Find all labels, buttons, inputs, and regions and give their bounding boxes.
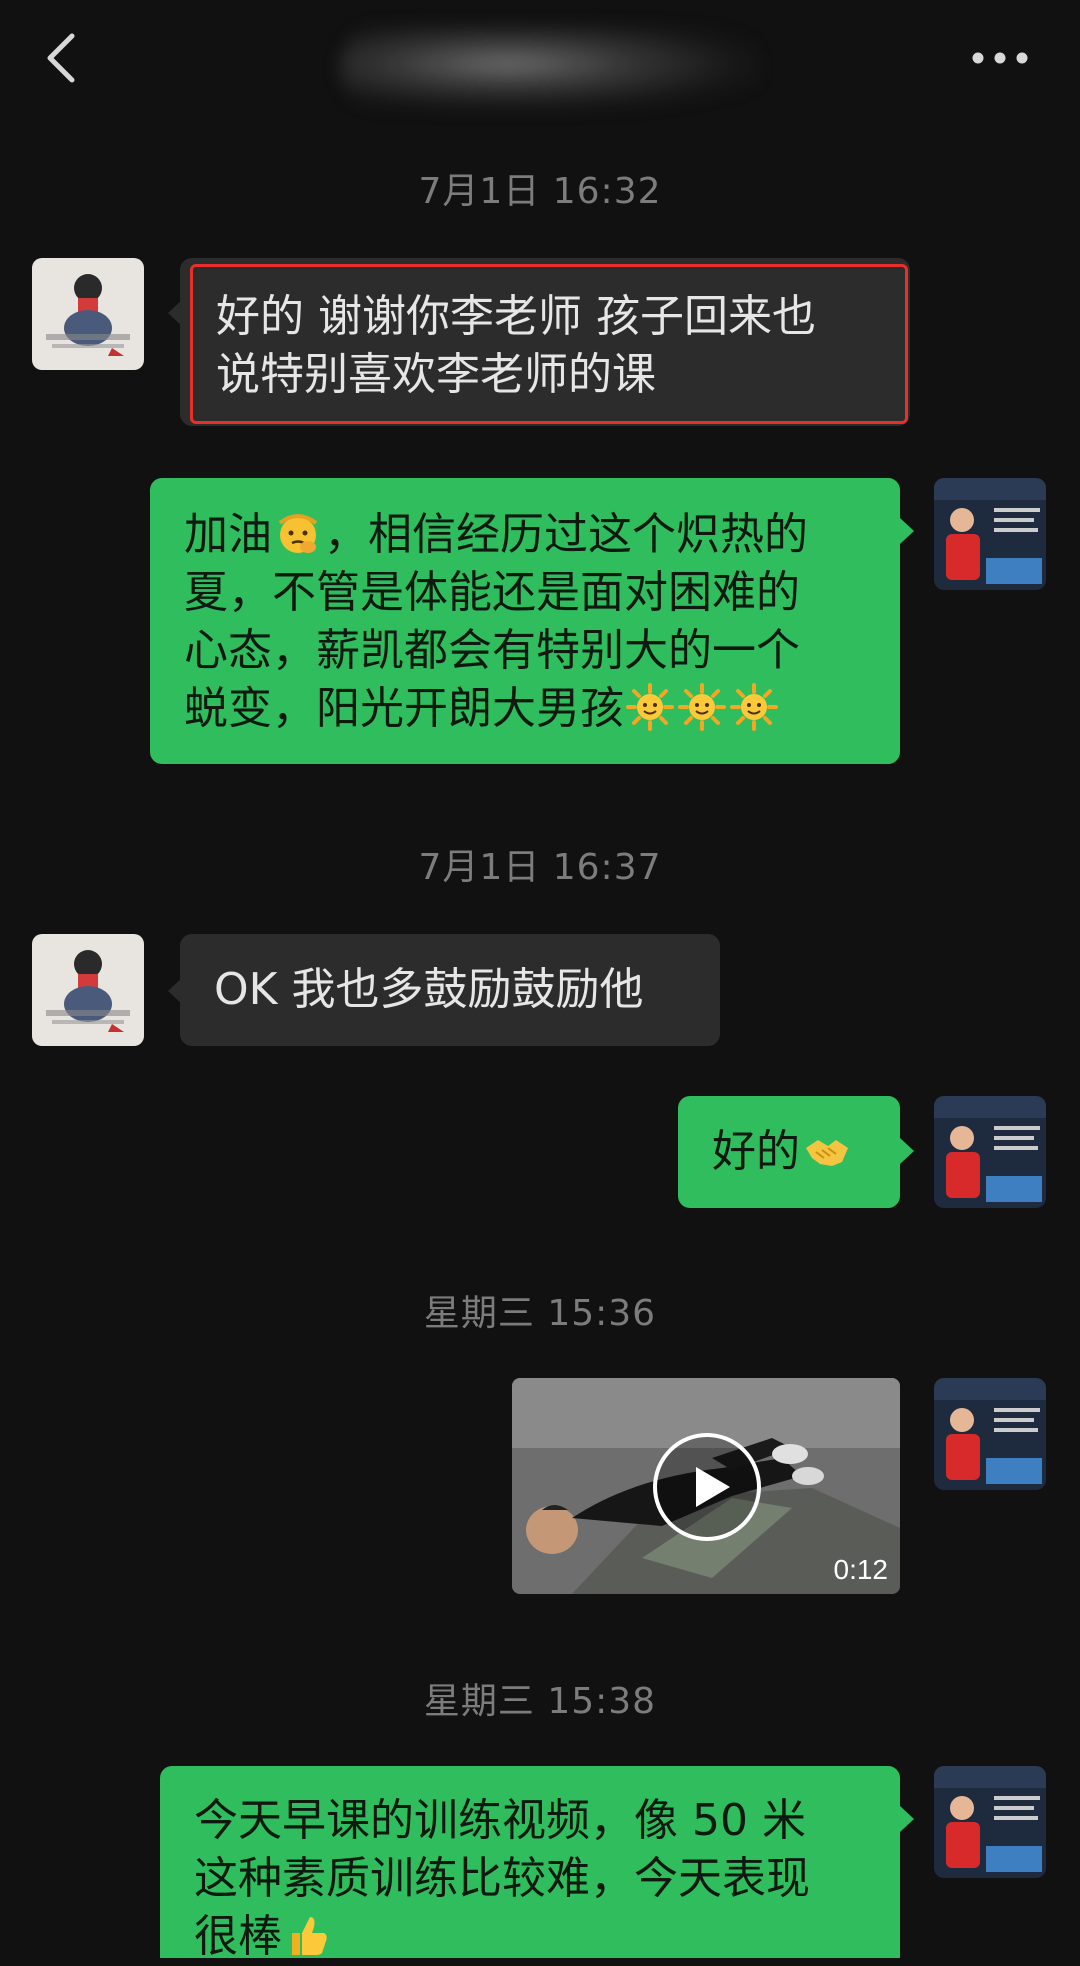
- contact-avatar[interactable]: [32, 258, 144, 370]
- chevron-left-icon: [47, 33, 75, 83]
- contact-name-blurred: [340, 26, 760, 110]
- my-avatar[interactable]: [934, 478, 1046, 590]
- back-button[interactable]: [40, 28, 84, 88]
- message-text-line: 蜕变，阳光开朗大男孩: [184, 680, 880, 738]
- contact-avatar[interactable]: [32, 934, 144, 1046]
- message-timestamp: 星期三 15:36: [423, 1293, 657, 1334]
- message-text-line: 好的: [712, 1123, 880, 1181]
- message-text-line: 加油 ，相信经历过这个炽热的: [184, 509, 808, 560]
- play-icon: [653, 1433, 761, 1541]
- more-button[interactable]: [970, 40, 1030, 76]
- thinking-salute-emoji: [278, 514, 318, 553]
- avatar-image: [934, 1766, 1046, 1878]
- outgoing-message-bubble[interactable]: 好的: [678, 1096, 900, 1208]
- outgoing-message-bubble[interactable]: 加油 ，相信经历过这个炽热的 夏，不管是体能还是面对困难的 心态，薪凯都会有特别大…: [150, 478, 900, 764]
- avatar-image: [934, 1378, 1046, 1490]
- avatar-image: [32, 258, 144, 370]
- bubble-tail: [900, 518, 914, 544]
- sun-emoji: [626, 683, 674, 731]
- bubble-tail: [900, 1138, 914, 1164]
- my-avatar[interactable]: [934, 1378, 1046, 1490]
- sun-emoji: [730, 683, 778, 731]
- highlight-annotation-box: [190, 264, 908, 424]
- message-text-line: 今天早课的训练视频，像 50 米: [194, 1795, 806, 1846]
- message-text-line: 心态，薪凯都会有特别大的一个: [184, 625, 800, 676]
- avatar-image: [32, 934, 144, 1046]
- video-duration: 0:12: [833, 1554, 889, 1585]
- thumbs-up-emoji: [292, 1917, 327, 1955]
- chat-header: [0, 0, 1080, 118]
- message-timestamp: 7月1日 16:37: [418, 847, 662, 888]
- incoming-message-bubble[interactable]: OK 我也多鼓励鼓励他: [180, 934, 720, 1046]
- my-avatar[interactable]: [934, 1766, 1046, 1878]
- play-button[interactable]: [652, 1432, 762, 1542]
- outgoing-message-bubble[interactable]: 今天早课的训练视频，像 50 米 这种素质训练比较难，今天表现 很棒: [160, 1766, 900, 1962]
- avatar-image: [934, 1096, 1046, 1208]
- sun-emoji: [678, 683, 726, 731]
- message-text-line: 这种素质训练比较难，今天表现: [194, 1853, 810, 1904]
- message-text-line: 很棒: [194, 1908, 880, 1966]
- message-timestamp: 7月1日 16:32: [418, 171, 662, 212]
- message-text-line: 夏，不管是体能还是面对困难的: [184, 567, 800, 618]
- avatar-image: [934, 478, 1046, 590]
- handshake-emoji: [806, 1140, 848, 1166]
- message-timestamp: 星期三 15:38: [423, 1681, 657, 1722]
- message-text-line: OK 我也多鼓励鼓励他: [214, 964, 644, 1015]
- video-message[interactable]: 0:12: [512, 1378, 900, 1594]
- bubble-tail: [900, 1806, 914, 1832]
- more-dots-icon: [972, 52, 1028, 64]
- my-avatar[interactable]: [934, 1096, 1046, 1208]
